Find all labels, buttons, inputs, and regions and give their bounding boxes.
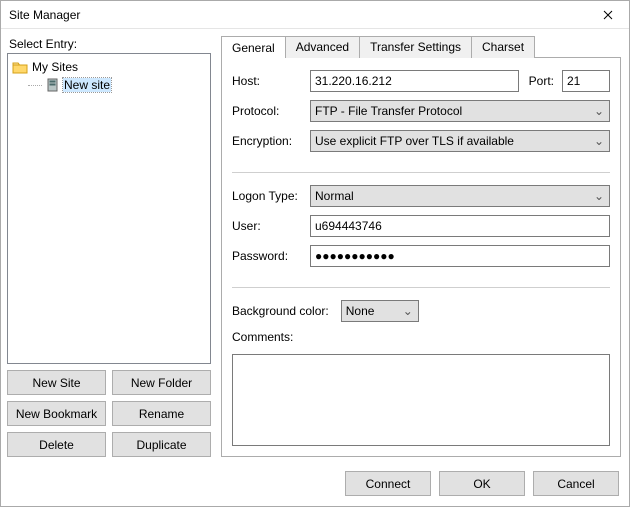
tab-transfer-settings[interactable]: Transfer Settings <box>359 36 472 58</box>
server-icon <box>46 78 59 92</box>
host-input[interactable] <box>310 70 519 92</box>
comments-label: Comments: <box>232 330 610 344</box>
bgcolor-select[interactable]: None ⌄ <box>341 300 419 322</box>
connect-button[interactable]: Connect <box>345 471 431 496</box>
port-label: Port: <box>529 74 554 88</box>
encryption-value: Use explicit FTP over TLS if available <box>315 134 591 148</box>
protocol-label: Protocol: <box>232 104 302 118</box>
tree-site-label: New site <box>63 78 111 92</box>
right-panel: General Advanced Transfer Settings Chars… <box>221 35 621 457</box>
password-input[interactable] <box>310 245 610 267</box>
logon-type-value: Normal <box>315 189 591 203</box>
bgcolor-value: None <box>346 304 400 318</box>
close-button[interactable] <box>587 2 629 28</box>
comments-input[interactable] <box>232 354 610 446</box>
host-label: Host: <box>232 74 302 88</box>
separator <box>232 172 610 173</box>
tree-root-item[interactable]: My Sites <box>10 58 208 76</box>
logon-type-label: Logon Type: <box>232 189 302 203</box>
folder-icon <box>12 60 28 74</box>
ok-button[interactable]: OK <box>439 471 525 496</box>
entry-tree[interactable]: My Sites New site <box>7 53 211 364</box>
cancel-button[interactable]: Cancel <box>533 471 619 496</box>
chevron-down-icon: ⌄ <box>591 134 607 148</box>
window-title: Site Manager <box>9 8 587 22</box>
tab-general[interactable]: General <box>221 36 286 58</box>
logon-type-select[interactable]: Normal ⌄ <box>310 185 610 207</box>
encryption-label: Encryption: <box>232 134 302 148</box>
user-input[interactable] <box>310 215 610 237</box>
password-label: Password: <box>232 249 302 263</box>
tab-strip: General Advanced Transfer Settings Chars… <box>221 35 621 58</box>
tab-body: Host: Port: Protocol: FTP - File Transfe… <box>221 58 621 457</box>
separator <box>232 287 610 288</box>
tree-root-label: My Sites <box>32 60 78 74</box>
entry-buttons: New Site New Folder New Bookmark Rename … <box>7 370 211 457</box>
user-label: User: <box>232 219 302 233</box>
close-icon <box>603 10 613 20</box>
dialog-footer: Connect OK Cancel <box>1 463 629 506</box>
select-entry-label: Select Entry: <box>9 37 211 51</box>
bgcolor-label: Background color: <box>232 304 329 318</box>
titlebar: Site Manager <box>1 1 629 29</box>
protocol-value: FTP - File Transfer Protocol <box>315 104 591 118</box>
duplicate-button[interactable]: Duplicate <box>112 432 211 457</box>
chevron-down-icon: ⌄ <box>400 304 416 318</box>
protocol-select[interactable]: FTP - File Transfer Protocol ⌄ <box>310 100 610 122</box>
rename-button[interactable]: Rename <box>112 401 211 426</box>
tree-site-item[interactable]: New site <box>10 76 208 94</box>
chevron-down-icon: ⌄ <box>591 104 607 118</box>
new-folder-button[interactable]: New Folder <box>112 370 211 395</box>
port-input[interactable] <box>562 70 610 92</box>
new-bookmark-button[interactable]: New Bookmark <box>7 401 106 426</box>
tab-advanced[interactable]: Advanced <box>285 36 360 58</box>
chevron-down-icon: ⌄ <box>591 189 607 203</box>
new-site-button[interactable]: New Site <box>7 370 106 395</box>
delete-button[interactable]: Delete <box>7 432 106 457</box>
tab-charset[interactable]: Charset <box>471 36 535 58</box>
left-panel: Select Entry: My Sites New site New Site… <box>7 35 211 457</box>
encryption-select[interactable]: Use explicit FTP over TLS if available ⌄ <box>310 130 610 152</box>
